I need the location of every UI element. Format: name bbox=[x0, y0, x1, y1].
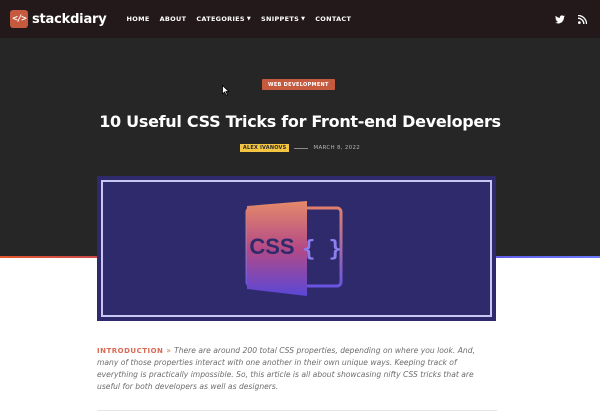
nav-item-label: ABOUT bbox=[159, 15, 187, 23]
social-icons bbox=[544, 0, 588, 38]
nav-item-snippets[interactable]: SNIPPETS ▼ bbox=[261, 15, 305, 23]
nav-item-label: HOME bbox=[126, 15, 150, 23]
intro-arrow-icon: » bbox=[166, 346, 172, 355]
top-nav: </> stackdiary HOME ABOUT CATEGORIES ▼ SN… bbox=[0, 0, 600, 38]
nav-item-categories[interactable]: CATEGORIES ▼ bbox=[196, 15, 251, 23]
content-divider bbox=[97, 410, 497, 411]
meta-divider bbox=[294, 147, 309, 149]
nav-item-about[interactable]: ABOUT bbox=[160, 15, 187, 23]
chevron-down-icon: ▼ bbox=[246, 16, 252, 22]
publish-date: MARCH 8, 2022 bbox=[313, 145, 361, 151]
logo-mark: </> bbox=[10, 10, 28, 28]
article-title: 10 Useful CSS Tricks for Front-end Devel… bbox=[99, 112, 501, 131]
featured-image: CSS { } bbox=[97, 176, 496, 321]
twitter-icon[interactable] bbox=[554, 13, 566, 25]
css-logo-icon: CSS { } bbox=[245, 201, 343, 296]
author-link[interactable]: ALEX IVANOVS bbox=[239, 144, 290, 152]
chevron-down-icon: ▼ bbox=[301, 16, 306, 22]
brace-text: { } bbox=[302, 237, 342, 262]
intro-label: INTRODUCTION bbox=[97, 347, 164, 355]
logo-text: stackdiary bbox=[32, 11, 107, 27]
article-meta: ALEX IVANOVS MARCH 8, 2022 bbox=[0, 144, 600, 152]
nav-item-home[interactable]: HOME bbox=[127, 15, 150, 23]
nav-item-contact[interactable]: CONTACT bbox=[315, 15, 351, 23]
site-logo[interactable]: </> stackdiary bbox=[10, 10, 107, 28]
category-badge[interactable]: WEB DEVELOPMENT bbox=[262, 79, 335, 90]
rss-icon[interactable] bbox=[576, 13, 588, 25]
nav-item-label: CATEGORIES bbox=[196, 15, 245, 23]
main-menu: HOME ABOUT CATEGORIES ▼ SNIPPETS ▼ CONTACT bbox=[127, 15, 362, 23]
article-intro: INTRODUCTION» There are around 200 total … bbox=[97, 345, 497, 393]
mouse-cursor-icon bbox=[222, 85, 230, 96]
css-logo-text: CSS bbox=[249, 234, 294, 259]
nav-item-label: SNIPPETS bbox=[261, 15, 300, 23]
nav-item-label: CONTACT bbox=[315, 15, 352, 23]
